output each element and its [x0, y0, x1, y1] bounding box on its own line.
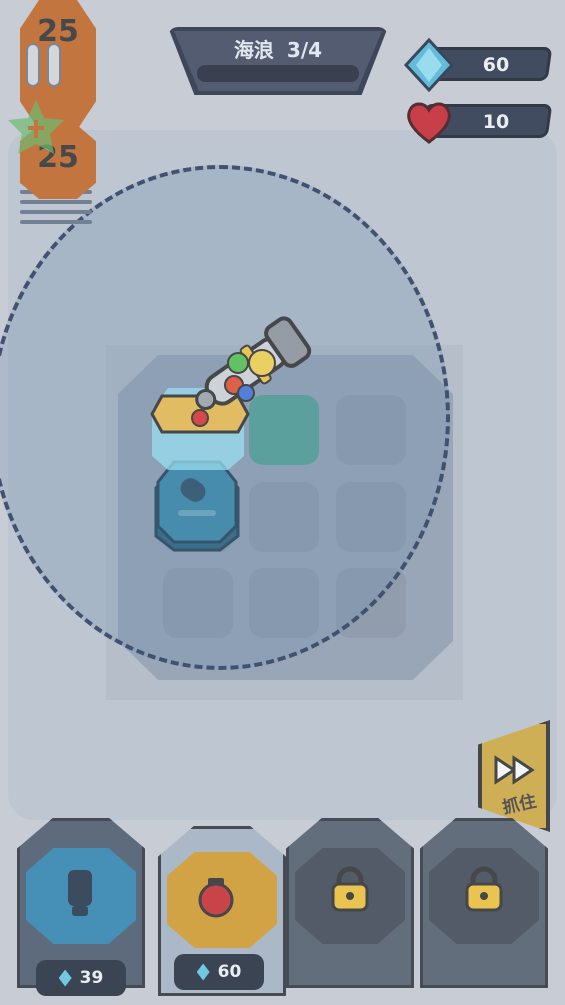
wave-counter: 海浪 3/4 [168, 34, 388, 63]
cannon-tower-icon[interactable] [188, 305, 316, 417]
star-badge-icon [8, 100, 64, 154]
wave-progress: 3/4 [286, 38, 323, 62]
red-tower-price: 60 [174, 954, 264, 990]
health-count: 10 [482, 111, 510, 133]
bomb-tower-price: 39 [36, 960, 126, 996]
red-orb-icon [198, 878, 234, 918]
lock-icon [331, 866, 369, 912]
gem-count: 60 [482, 54, 510, 76]
bomb-icon [68, 870, 92, 916]
wave-progress-bar [197, 65, 359, 82]
pause-icon [46, 43, 61, 87]
fast-forward-icon [494, 755, 535, 785]
pause-icon [25, 43, 40, 87]
lock-icon [465, 866, 503, 912]
gem-icon [58, 969, 72, 987]
heart-icon [407, 102, 451, 144]
wave-label: 海浪 [233, 38, 274, 62]
pause-button[interactable] [18, 40, 68, 90]
gem-icon [404, 38, 454, 92]
gem-icon [196, 963, 210, 981]
